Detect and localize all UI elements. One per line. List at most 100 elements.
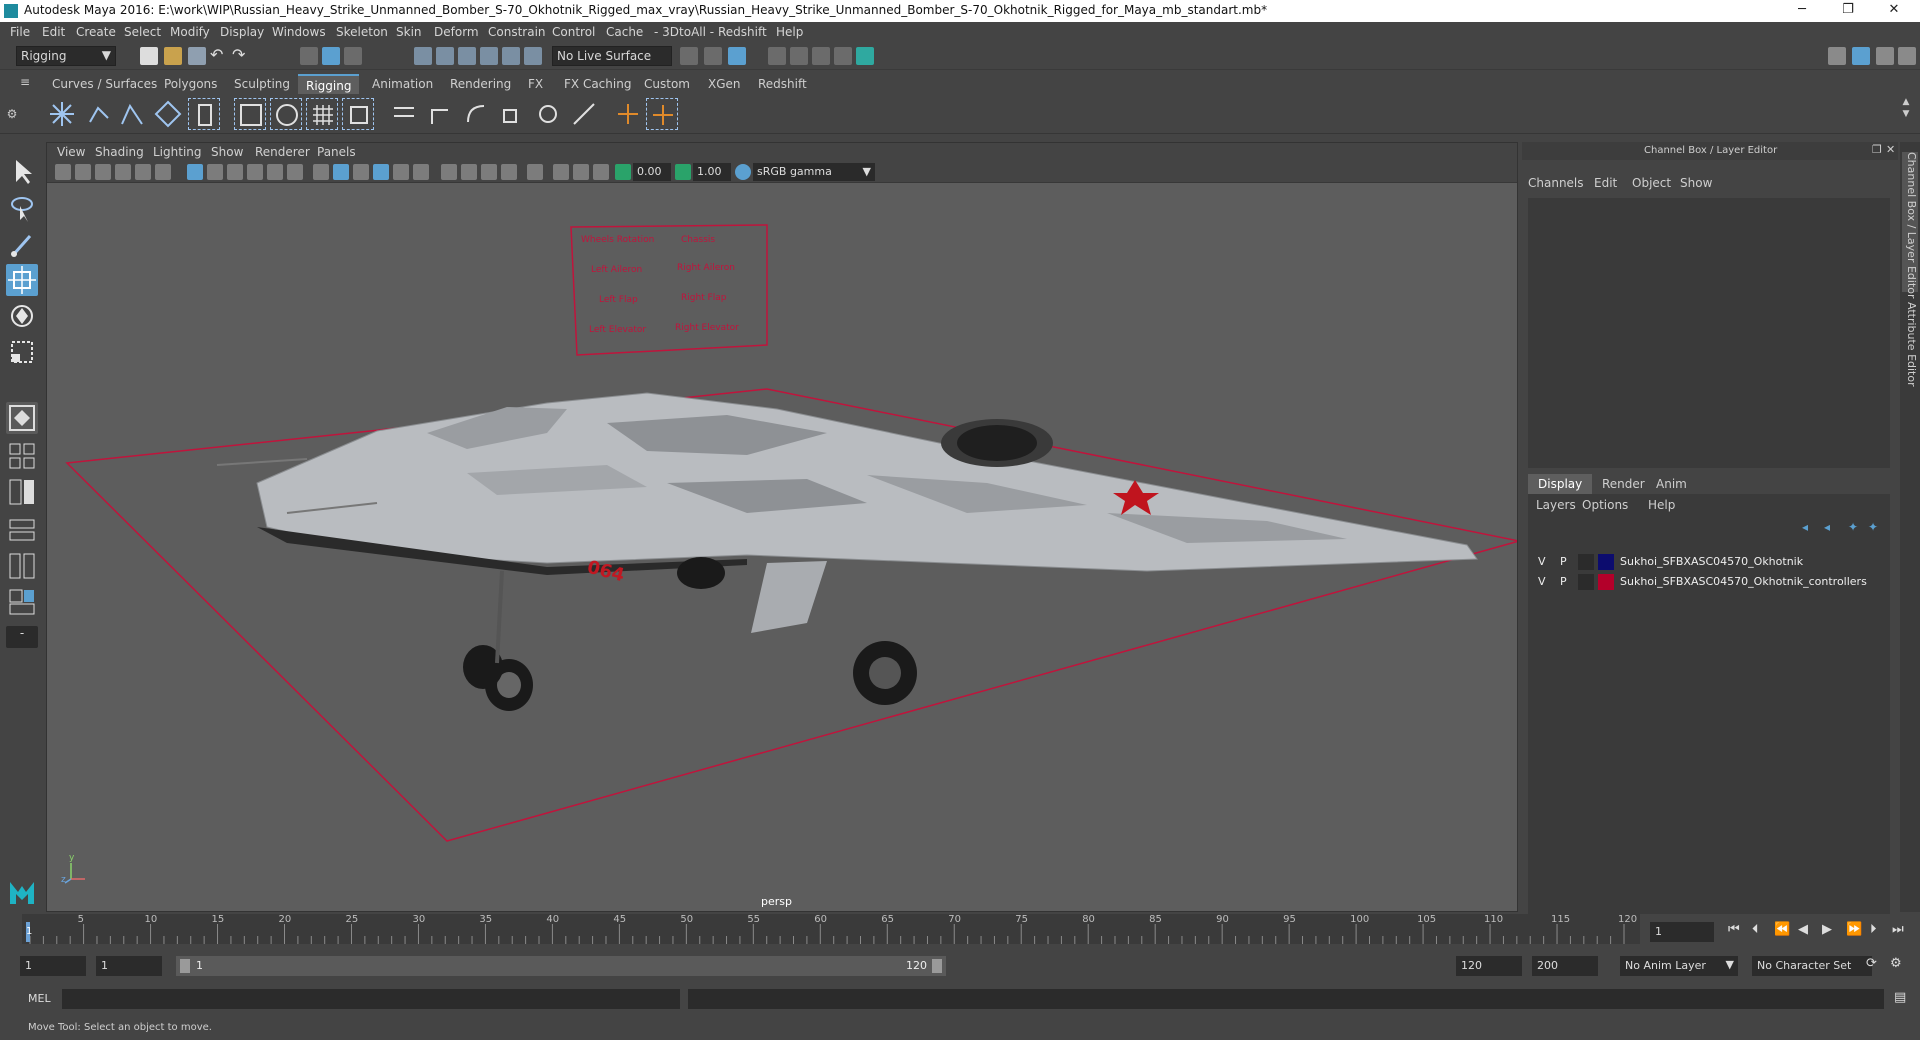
- color-space-dropdown[interactable]: sRGB gamma ▼: [753, 163, 875, 181]
- bookmark-icon[interactable]: [95, 164, 111, 180]
- layer-type-toggle[interactable]: [1578, 554, 1594, 570]
- insert-joint-icon[interactable]: [152, 98, 184, 130]
- step-back-key-icon[interactable]: ⏪: [1774, 922, 1790, 937]
- float-panel-icon[interactable]: ❐: [1872, 143, 1882, 156]
- snap-projected-center-icon[interactable]: [480, 47, 498, 65]
- viewport-panel[interactable]: View Shading Lighting Show Renderer Pane…: [46, 142, 1518, 912]
- locator-icon[interactable]: [612, 98, 644, 130]
- layer-playback-toggle[interactable]: P: [1560, 575, 1567, 588]
- rotate-tool-icon[interactable]: [6, 300, 38, 332]
- grid-icon[interactable]: [187, 164, 203, 180]
- gate-mask-icon[interactable]: [247, 164, 263, 180]
- exposure-icon[interactable]: [615, 164, 631, 180]
- menu-cache[interactable]: Cache: [606, 25, 643, 39]
- current-frame-field[interactable]: 1: [1650, 922, 1714, 942]
- bind-skin-icon[interactable]: [234, 98, 266, 130]
- outliner-layout-icon[interactable]: [6, 514, 38, 546]
- playback-end-field[interactable]: 120: [1456, 956, 1522, 976]
- quick-rig-icon[interactable]: [188, 98, 220, 130]
- new-layer-from-selection-icon[interactable]: ✦: [1868, 520, 1882, 534]
- menu-layers[interactable]: Layers: [1536, 498, 1576, 512]
- menu-cb-edit[interactable]: Edit: [1594, 176, 1617, 190]
- close-panel-icon[interactable]: ✕: [1886, 143, 1895, 156]
- construction-history-icon[interactable]: [728, 47, 746, 65]
- color-management-icon[interactable]: [735, 164, 751, 180]
- viewport-menu-lighting[interactable]: Lighting: [153, 145, 202, 159]
- cluster-icon[interactable]: [342, 98, 374, 130]
- menu-control[interactable]: Control: [552, 25, 595, 39]
- anti-aliasing-icon[interactable]: [481, 164, 497, 180]
- parent-constraint-icon[interactable]: [388, 98, 420, 130]
- lattice-icon[interactable]: [306, 98, 338, 130]
- animation-preferences-icon[interactable]: ⚙: [1890, 956, 1902, 971]
- save-scene-icon[interactable]: [188, 47, 206, 65]
- menu-object[interactable]: Object: [1632, 176, 1671, 190]
- menu-help[interactable]: Help: [776, 25, 803, 39]
- layout-menu-icon[interactable]: -: [6, 626, 38, 648]
- anim-layer-dropdown[interactable]: No Anim Layer ▼: [1620, 956, 1738, 976]
- workspace-layout-icon-2[interactable]: [1852, 47, 1870, 65]
- tab-display[interactable]: Display: [1528, 474, 1593, 494]
- snap-curve-icon[interactable]: [436, 47, 454, 65]
- field-chart-icon[interactable]: [267, 164, 283, 180]
- cmd-language-label[interactable]: MEL: [28, 992, 51, 1005]
- paint-select-icon[interactable]: [6, 228, 38, 260]
- layer-visibility-toggle[interactable]: V: [1538, 575, 1546, 588]
- menu-channels[interactable]: Channels: [1528, 176, 1584, 190]
- menu-constrain[interactable]: Constrain: [488, 25, 546, 39]
- shelf-menu-icon[interactable]: ≡: [20, 76, 34, 90]
- move-layer-down-icon[interactable]: ◂: [1824, 520, 1838, 534]
- workspace-layout-icon-3[interactable]: [1876, 47, 1894, 65]
- depth-of-field-icon[interactable]: [501, 164, 517, 180]
- orient-constraint-icon[interactable]: [460, 98, 492, 130]
- menu-skeleton[interactable]: Skeleton: [336, 25, 388, 39]
- layer-name[interactable]: Sukhoi_SFBXASC04570_Okhotnik_controllers: [1620, 575, 1867, 588]
- move-tool-icon[interactable]: [6, 264, 38, 296]
- step-forward-icon[interactable]: ⏵: [1870, 922, 1877, 937]
- step-forward-key-icon[interactable]: ⏩: [1846, 922, 1862, 937]
- exposure-field[interactable]: 0.00: [633, 163, 671, 181]
- move-layer-up-icon[interactable]: ◂: [1802, 520, 1816, 534]
- auto-key-icon[interactable]: ⟳: [1866, 956, 1877, 971]
- menu-layer-help[interactable]: Help: [1648, 498, 1675, 512]
- command-input[interactable]: [62, 989, 680, 1009]
- menu-windows[interactable]: Windows: [272, 25, 326, 39]
- workspace-layout-icon-4[interactable]: [1898, 47, 1916, 65]
- viewport-menu-shading[interactable]: Shading: [95, 145, 144, 159]
- make-live-icon[interactable]: [524, 47, 542, 65]
- point-constraint-icon[interactable]: [424, 98, 456, 130]
- tab-curves-surfaces[interactable]: Curves / Surfaces: [44, 74, 165, 94]
- paint-weights-icon[interactable]: [270, 98, 302, 130]
- render-settings-icon[interactable]: [834, 47, 852, 65]
- snap-view-plane-icon[interactable]: [502, 47, 520, 65]
- tab-rigging[interactable]: Rigging: [298, 74, 360, 94]
- range-start-handle[interactable]: [180, 959, 190, 973]
- time-slider[interactable]: 1 5 10 15 20 25 30 35 40 45 50 55 60 65 70 75 80 85 90 95 1…: [0, 914, 1920, 948]
- wireframe-icon[interactable]: [313, 164, 329, 180]
- xray-icon[interactable]: [553, 164, 569, 180]
- scale-tool-icon[interactable]: [6, 336, 38, 368]
- image-plane-icon[interactable]: [115, 164, 131, 180]
- go-to-start-icon[interactable]: ⏮: [1728, 922, 1740, 937]
- select-hierarchy-icon[interactable]: [300, 47, 318, 65]
- side-tab-attribute-editor[interactable]: Attribute Editor: [1902, 302, 1918, 402]
- tab-anim[interactable]: Anim: [1646, 474, 1697, 494]
- motion-blur-icon[interactable]: [461, 164, 477, 180]
- step-back-icon[interactable]: ⏴: [1752, 922, 1759, 937]
- animation-start-field[interactable]: 1: [20, 956, 86, 976]
- shelf-scroll-icon[interactable]: ▲ ▼: [1900, 96, 1912, 132]
- redo-icon[interactable]: ↷: [232, 47, 250, 65]
- layer-type-toggle[interactable]: [1578, 574, 1594, 590]
- camera-attributes-icon[interactable]: [75, 164, 91, 180]
- snap-point-icon[interactable]: [458, 47, 476, 65]
- wireframe-on-shaded-icon[interactable]: [353, 164, 369, 180]
- tab-xgen[interactable]: XGen: [700, 74, 749, 94]
- viewport-menu-show[interactable]: Show: [211, 145, 243, 159]
- playback-start-field[interactable]: 1: [96, 956, 162, 976]
- animation-end-field[interactable]: 200: [1532, 956, 1598, 976]
- menu-3dtoall[interactable]: - 3DtoAll -: [654, 25, 714, 39]
- select-component-icon[interactable]: [344, 47, 362, 65]
- close-button[interactable]: ✕: [1872, 0, 1916, 22]
- menu-display[interactable]: Display: [220, 25, 264, 39]
- restore-button[interactable]: ❐: [1826, 0, 1870, 22]
